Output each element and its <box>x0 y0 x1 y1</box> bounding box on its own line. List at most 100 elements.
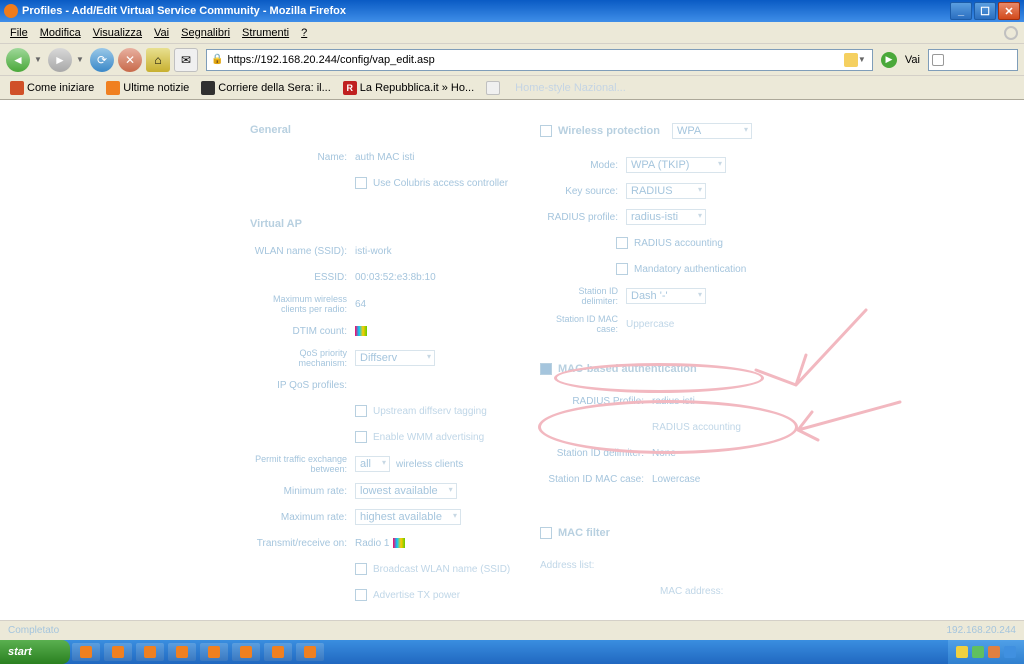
essid-value: 00:03:52:e3:8b:10 <box>355 272 436 283</box>
taskbar-item[interactable] <box>136 643 164 661</box>
bookmark-homestyle[interactable]: Home-style Nazional... <box>511 80 630 96</box>
section-mac-auth-heading: MAC-based authentication <box>558 363 697 375</box>
radius-accounting-checkbox[interactable] <box>616 237 628 249</box>
back-button[interactable]: ◄ <box>6 48 30 72</box>
lock-icon: 🔒 <box>211 54 223 65</box>
task-icon <box>240 646 252 658</box>
name-label: Name: <box>250 152 355 163</box>
name-value[interactable]: auth MAC isti <box>355 152 414 163</box>
radius-profile-label: RADIUS profile: <box>540 212 626 223</box>
permit-suffix: wireless clients <box>396 459 463 470</box>
tray-icon[interactable] <box>956 646 968 658</box>
min-rate-label: Minimum rate: <box>250 486 355 497</box>
task-icon <box>112 646 124 658</box>
menu-view[interactable]: Visualizza <box>87 25 148 41</box>
mandatory-auth-checkbox[interactable] <box>616 263 628 275</box>
tray-icon[interactable] <box>1004 646 1016 658</box>
url-bar[interactable]: 🔒 ▼ <box>206 49 873 71</box>
back-dropdown[interactable]: ▼ <box>34 55 44 64</box>
radius-profile-select[interactable]: radius-isti <box>626 209 706 225</box>
bookmark-label: Come iniziare <box>27 82 94 94</box>
bookmark-icon <box>486 81 500 95</box>
min-rate-select[interactable]: lowest available <box>355 483 457 499</box>
menu-file[interactable]: File <box>4 25 34 41</box>
home-button[interactable]: ⌂ <box>146 48 170 72</box>
menu-bookmarks[interactable]: Segnalibri <box>175 25 236 41</box>
task-icon <box>272 646 284 658</box>
use-controller-label: Use Colubris access controller <box>373 178 508 189</box>
max-rate-select[interactable]: highest available <box>355 509 461 525</box>
mail-button[interactable]: ✉ <box>174 48 198 72</box>
wlan-name-label: WLAN name (SSID): <box>250 246 355 257</box>
tray-icon[interactable] <box>972 646 984 658</box>
window-close-button[interactable]: ✕ <box>998 2 1020 20</box>
mac-station-id-delim-value[interactable]: None <box>652 448 676 459</box>
permit-label: Permit traffic exchange between: <box>250 454 355 474</box>
url-dropdown[interactable]: ▼ <box>858 55 868 64</box>
menu-edit[interactable]: Modifica <box>34 25 87 41</box>
wireless-protection-checkbox[interactable] <box>540 125 552 137</box>
taskbar-item[interactable] <box>264 643 292 661</box>
mac-filter-checkbox[interactable] <box>540 527 552 539</box>
window-minimize-button[interactable]: _ <box>950 2 972 20</box>
secure-badge-icon <box>844 53 858 67</box>
station-id-delim-select[interactable]: Dash '-' <box>626 288 706 304</box>
use-controller-checkbox[interactable] <box>355 177 367 189</box>
mac-radius-profile-value[interactable]: radius-isti <box>652 396 695 407</box>
task-icon <box>80 646 92 658</box>
wireless-protection-select[interactable]: WPA <box>672 123 752 139</box>
qos-mech-select[interactable]: Diffserv <box>355 350 435 366</box>
menu-go[interactable]: Vai <box>148 25 175 41</box>
wlan-name-value[interactable]: isti-work <box>355 246 392 257</box>
permit-select[interactable]: all <box>355 456 390 472</box>
menu-help[interactable]: ? <box>295 25 313 41</box>
taskbar-item[interactable] <box>168 643 196 661</box>
task-icon <box>144 646 156 658</box>
bookmark-label: Home-style Nazional... <box>515 82 626 94</box>
tx-rx-value: Radio 1 <box>355 538 389 549</box>
tray-icon[interactable] <box>988 646 1000 658</box>
advertise-checkbox[interactable] <box>355 589 367 601</box>
max-clients-label: Maximum wireless clients per radio: <box>250 294 355 314</box>
taskbar-item[interactable] <box>232 643 260 661</box>
windows-taskbar: start <box>0 640 1024 664</box>
upstream-checkbox[interactable] <box>355 405 367 417</box>
go-button[interactable]: ▶ <box>881 52 897 68</box>
section-mac-filter-heading: MAC filter <box>558 527 610 539</box>
rss-icon <box>106 81 120 95</box>
forward-button[interactable]: ► <box>48 48 72 72</box>
taskbar-item[interactable] <box>200 643 228 661</box>
bookmark-label: Corriere della Sera: il... <box>218 82 331 94</box>
search-engine-icon[interactable] <box>932 54 944 66</box>
system-tray[interactable] <box>948 640 1024 664</box>
ip-qos-label: IP QoS profiles: <box>250 380 355 391</box>
stop-button[interactable]: ✕ <box>118 48 142 72</box>
bookmark-come-iniziare[interactable]: Come iniziare <box>6 79 98 97</box>
max-clients-value[interactable]: 64 <box>355 299 366 310</box>
activity-throbber-icon <box>1004 26 1018 40</box>
search-box[interactable] <box>928 49 1018 71</box>
taskbar-item[interactable] <box>296 643 324 661</box>
bookmark-corriere[interactable]: Corriere della Sera: il... <box>197 79 335 97</box>
bookmark-repubblica[interactable]: RLa Repubblica.it » Ho... <box>339 79 478 97</box>
menu-tools[interactable]: Strumenti <box>236 25 295 41</box>
bookmark-ultime-notizie[interactable]: Ultime notizie <box>102 79 193 97</box>
mac-station-id-case-label: Station ID MAC case: <box>540 474 652 485</box>
tx-rx-label: Transmit/receive on: <box>250 538 355 549</box>
key-source-select[interactable]: RADIUS <box>626 183 706 199</box>
mode-label: Mode: <box>540 160 626 171</box>
window-maximize-button[interactable]: ☐ <box>974 2 996 20</box>
broadcast-checkbox[interactable] <box>355 563 367 575</box>
taskbar-item[interactable] <box>104 643 132 661</box>
bookmark-icon <box>10 81 24 95</box>
mac-station-id-case-value[interactable]: Lowercase <box>652 474 700 485</box>
taskbar-item[interactable] <box>72 643 100 661</box>
mac-auth-checkbox[interactable] <box>540 363 552 375</box>
wmm-checkbox[interactable] <box>355 431 367 443</box>
reload-button[interactable]: ⟳ <box>90 48 114 72</box>
start-button[interactable]: start <box>0 640 70 664</box>
forward-dropdown[interactable]: ▼ <box>76 55 86 64</box>
url-input[interactable] <box>227 54 839 66</box>
mode-select[interactable]: WPA (TKIP) <box>626 157 726 173</box>
bookmark-item-5[interactable] <box>482 79 507 97</box>
